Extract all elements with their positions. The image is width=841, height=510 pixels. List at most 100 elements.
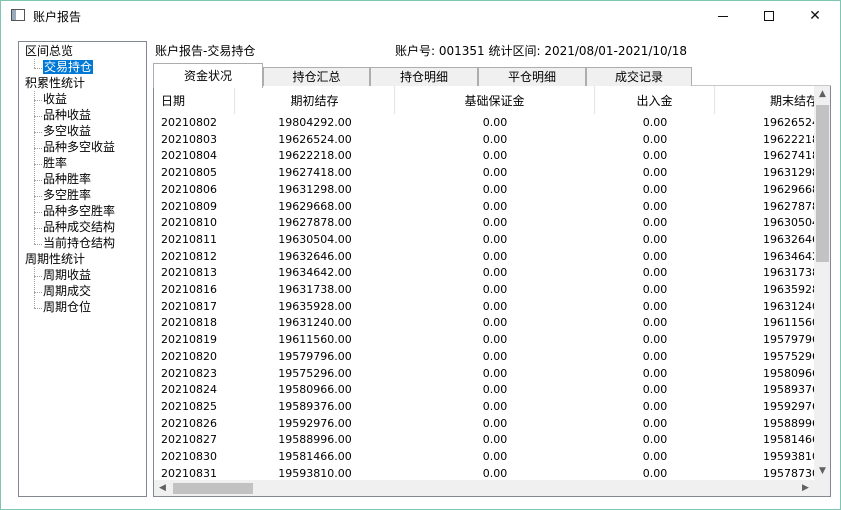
table-row[interactable]: 20210824 19580966.00 0.00 0.00 19589376 xyxy=(154,381,816,398)
table-row[interactable]: 20210812 19632646.00 0.00 0.00 19634642 xyxy=(154,248,816,265)
vertical-scrollbar[interactable]: ▲ ▼ xyxy=(814,86,830,480)
table-cell: 0.00 xyxy=(482,199,508,213)
table-row[interactable]: 20210810 19627878.00 0.00 0.00 19630504 xyxy=(154,214,816,231)
table-row[interactable]: 20210830 19581466.00 0.00 0.00 19593810 xyxy=(154,448,816,465)
table-cell: 19635928.00 xyxy=(278,299,352,313)
tree-item[interactable]: 周期仓位 xyxy=(43,300,91,315)
table-row[interactable]: 20210809 19629668.00 0.00 0.00 19627878 xyxy=(154,198,816,215)
table-row[interactable]: 20210819 19611560.00 0.00 0.00 19579796 xyxy=(154,331,816,348)
table-cell: 20210802 xyxy=(161,116,217,129)
table-cell: 19626524 xyxy=(763,116,816,129)
close-icon: ✕ xyxy=(809,8,821,24)
scroll-down-icon[interactable]: ▼ xyxy=(814,463,830,480)
table-cell: 0.00 xyxy=(642,166,668,180)
table-cell: 0.00 xyxy=(642,299,668,313)
table-cell: 20210818 xyxy=(161,316,217,330)
table-row[interactable]: 20210803 19626524.00 0.00 0.00 19622218 xyxy=(154,131,816,148)
horizontal-scroll-thumb[interactable] xyxy=(173,483,253,494)
tree-group[interactable]: 区间总览 xyxy=(25,44,73,59)
tree-group[interactable]: 周期性统计 xyxy=(25,252,85,267)
table-cell: 0.00 xyxy=(482,182,508,196)
table-row[interactable]: 20210813 19634642.00 0.00 0.00 19631738 xyxy=(154,264,816,281)
tree-item[interactable]: 品种多空胜率 xyxy=(43,204,115,219)
tree-connector xyxy=(34,116,42,117)
table-row[interactable]: 20210806 19631298.00 0.00 0.00 19629668 xyxy=(154,181,816,198)
scroll-up-icon[interactable]: ▲ xyxy=(814,86,830,103)
tree-connector xyxy=(34,68,42,69)
table-cell: 19622218 xyxy=(763,132,816,146)
tree-group[interactable]: 积累性统计 xyxy=(25,76,85,91)
fund-table: 日期 期初结存 基础保证金 出入金 期末结存 20210802 19804292.00 0.… xyxy=(153,86,831,497)
tree-item[interactable]: 品种胜率 xyxy=(43,172,91,187)
column-header[interactable]: 日期 xyxy=(154,86,235,114)
table-cell: 19631738 xyxy=(763,266,816,280)
table-row[interactable]: 20210802 19804292.00 0.00 0.00 19626524 xyxy=(154,114,816,131)
tab-2[interactable]: 持仓汇总 xyxy=(263,67,370,87)
vertical-scroll-thumb[interactable] xyxy=(816,105,829,262)
tab-5[interactable]: 成交记录 xyxy=(586,67,692,87)
tree-item[interactable]: 周期成交 xyxy=(43,284,91,299)
table-cell: 0.00 xyxy=(642,366,668,380)
column-header[interactable]: 基础保证金 xyxy=(395,86,595,114)
table-cell: 19592976.00 xyxy=(278,416,352,430)
table-cell: 20210810 xyxy=(161,216,217,230)
tree-connector xyxy=(34,308,42,309)
tree-item[interactable]: 多空收益 xyxy=(43,124,91,139)
table-row[interactable]: 20210817 19635928.00 0.00 0.00 19631240 xyxy=(154,298,816,315)
tree-item[interactable]: 周期收益 xyxy=(43,268,91,283)
table-row[interactable]: 20210820 19579796.00 0.00 0.00 19575296 xyxy=(154,348,816,365)
close-button[interactable]: ✕ xyxy=(792,1,838,31)
tree-connector xyxy=(34,228,42,229)
tab-3[interactable]: 持仓明细 xyxy=(370,67,478,87)
report-tree[interactable]: 区间总览 交易持仓 积累性统计 收益 品种收益 多空收益 品种多空收益 胜率 品种胜率 多空胜率品… xyxy=(18,41,147,497)
table-row[interactable]: 20210805 19627418.00 0.00 0.00 19631298 xyxy=(154,164,816,181)
column-header[interactable]: 期初结存 xyxy=(235,86,395,114)
table-cell: 19626524.00 xyxy=(278,132,352,146)
tree-item[interactable]: 当前持仓结构 xyxy=(43,236,115,251)
tab-4[interactable]: 平仓明细 xyxy=(478,67,586,87)
horizontal-scrollbar[interactable]: ◀ ▶ xyxy=(154,480,814,496)
tree-item-label: 收益 xyxy=(43,92,68,106)
tree-item-label: 胜率 xyxy=(43,156,68,170)
title-bar[interactable]: 账户报告 ✕ xyxy=(1,1,840,31)
column-header[interactable]: 出入金 xyxy=(595,86,715,114)
tab-strip: 资金状况 持仓汇总 持仓明细 平仓明细 成交记录 xyxy=(153,63,831,88)
tree-item[interactable]: 品种多空收益 xyxy=(43,140,115,155)
table-row[interactable]: 20210825 19589376.00 0.00 0.00 19592976 xyxy=(154,398,816,415)
table-cell: 0.00 xyxy=(642,182,668,196)
table-cell: 0.00 xyxy=(642,266,668,280)
table-row[interactable]: 20210816 19631738.00 0.00 0.00 19635928 xyxy=(154,281,816,298)
maximize-button[interactable] xyxy=(746,1,792,31)
tree-item[interactable]: 品种成交结构 xyxy=(43,220,115,235)
table-row[interactable]: 20210804 19622218.00 0.00 0.00 19627418 xyxy=(154,147,816,164)
table-row[interactable]: 20210811 19630504.00 0.00 0.00 19632646 xyxy=(154,231,816,248)
table-row[interactable]: 20210826 19592976.00 0.00 0.00 19588996 xyxy=(154,415,816,432)
table-cell: 0.00 xyxy=(482,433,508,447)
tab-1[interactable]: 资金状况 xyxy=(153,63,263,88)
table-row[interactable]: 20210831 19593810.00 0.00 0.00 19578730 xyxy=(154,465,816,480)
tree-item[interactable]: 交易持仓 xyxy=(43,60,94,75)
table-cell: 0.00 xyxy=(642,433,668,447)
table-row[interactable]: 20210827 19588996.00 0.00 0.00 19581466 xyxy=(154,431,816,448)
table-cell: 0.00 xyxy=(482,416,508,430)
tree-group-label: 积累性统计 xyxy=(25,76,86,90)
table-cell: 19630504.00 xyxy=(278,232,352,246)
table-row[interactable]: 20210823 19575296.00 0.00 0.00 19580966 xyxy=(154,365,816,382)
scroll-right-icon[interactable]: ▶ xyxy=(797,480,814,496)
table-cell: 0.00 xyxy=(642,283,668,296)
table-cell: 0.00 xyxy=(482,366,508,380)
tree-item[interactable]: 品种收益 xyxy=(43,108,91,123)
tree-item-label: 周期收益 xyxy=(43,268,92,282)
table-cell: 0.00 xyxy=(482,333,508,347)
tree-item[interactable]: 多空胜率 xyxy=(43,188,91,203)
table-row[interactable]: 20210818 19631240.00 0.00 0.00 19611560 xyxy=(154,314,816,331)
table-cell: 20210817 xyxy=(161,299,217,313)
minimize-button[interactable] xyxy=(700,1,746,31)
tree-item[interactable]: 收益 xyxy=(43,92,67,107)
tree-item[interactable]: 胜率 xyxy=(43,156,67,171)
tree-connector xyxy=(34,267,35,308)
table-cell: 0.00 xyxy=(642,383,668,397)
table-cell: 0.00 xyxy=(482,132,508,146)
scroll-left-icon[interactable]: ◀ xyxy=(154,480,171,496)
table-cell: 20210811 xyxy=(161,232,217,246)
